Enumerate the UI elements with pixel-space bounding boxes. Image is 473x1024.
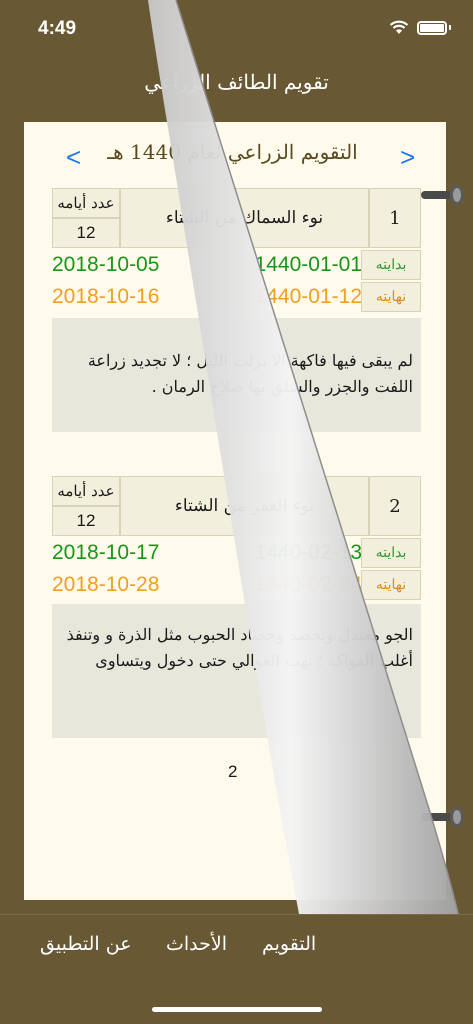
tab-events[interactable]: الأحداث: [166, 933, 227, 955]
status-bar: 4:49: [0, 0, 473, 58]
home-indicator[interactable]: [152, 1007, 322, 1012]
start-row: 2018-10-05 1440-01-01 بدايته: [52, 250, 421, 280]
binder-ring-icon: [421, 185, 464, 205]
end-hijri: 1440-01-12: [254, 285, 362, 308]
prev-page-button[interactable]: <: [66, 142, 81, 173]
start-hijri: 1440-02-13: [254, 541, 362, 564]
app-title: تقويم الطائف الزراعي: [144, 70, 329, 94]
tab-bar: عن التطبيق الأحداث التقويم: [0, 914, 473, 1024]
battery-icon: [417, 20, 447, 35]
entry-name: نوء السماك من الشتاء: [120, 188, 369, 248]
battery-cap: [449, 25, 451, 30]
entry-days: 12: [52, 506, 120, 536]
entry-number: 2: [369, 476, 421, 536]
days-label: عدد أيامه: [52, 476, 120, 506]
tab-calendar[interactable]: التقويم: [262, 933, 316, 955]
start-row: 2018-10-17 1440-02-13 بدايته: [52, 538, 421, 568]
entry-name: نوء الغفر من الشتاء: [120, 476, 369, 536]
entry-number: 1: [369, 188, 421, 248]
end-row: 2018-10-28 1440-02-24 نهايته: [52, 570, 421, 600]
next-page-button[interactable]: >: [400, 142, 415, 173]
start-hijri: 1440-01-01: [254, 253, 362, 276]
start-label: بدايته: [361, 538, 421, 568]
end-label: نهايته: [361, 282, 421, 312]
entry-days: 12: [52, 218, 120, 248]
page-number: 2: [228, 762, 238, 781]
end-gregorian: 2018-10-28: [52, 573, 160, 596]
end-gregorian: 2018-10-16: [52, 285, 160, 308]
status-time: 4:49: [38, 18, 77, 39]
wifi-icon: [389, 20, 409, 34]
days-label: عدد أيامه: [52, 188, 120, 218]
status-icons: [389, 20, 451, 35]
start-gregorian: 2018-10-05: [52, 253, 160, 276]
end-hijri: 1440-02-24: [254, 573, 362, 596]
year-title: التقويم الزراعي لعام 1440 هـ: [107, 140, 358, 164]
binder-ring-icon: [421, 807, 464, 827]
start-gregorian: 2018-10-17: [52, 541, 160, 564]
entry-description: الجو معتدل وتحصد وحصاد الحبوب مثل الذرة …: [52, 604, 421, 738]
end-label: نهايته: [361, 570, 421, 600]
tab-about[interactable]: عن التطبيق: [40, 933, 132, 955]
entry-description: لم يبقى فيها فاكهة الا نزلت الليل ؛ لا ت…: [52, 318, 421, 432]
start-label: بدايته: [361, 250, 421, 280]
end-row: 2018-10-16 1440-01-12 نهايته: [52, 282, 421, 312]
